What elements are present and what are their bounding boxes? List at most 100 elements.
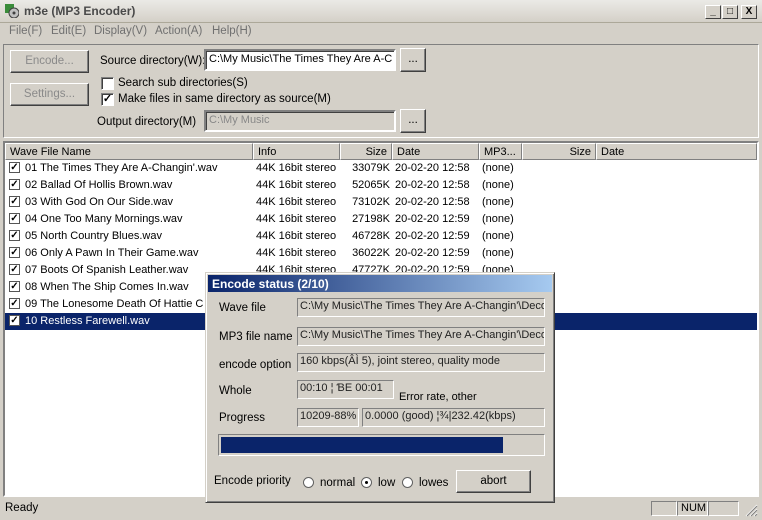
- source-directory-label: Source directory(W):: [100, 55, 206, 67]
- table-row[interactable]: ✓ 06 Only A Pawn In Their Game.wav 44K 1…: [5, 245, 757, 262]
- row-checkbox[interactable]: ✓: [9, 179, 20, 190]
- menu-bar: File(F) Edit(E) Display(V) Action(A) Hel…: [0, 22, 762, 42]
- column-header-mp3[interactable]: MP3...: [479, 143, 522, 160]
- maximize-button[interactable]: □: [722, 5, 738, 19]
- cell-name: 02 Ballad Of Hollis Brown.wav: [25, 179, 173, 191]
- table-row[interactable]: ✓ 03 With God On Our Side.wav 44K 16bit …: [5, 194, 757, 211]
- row-checkbox[interactable]: ✓: [9, 213, 20, 224]
- settings-button[interactable]: Settings...: [10, 83, 89, 106]
- cell-date: 20-02-20 12:59: [395, 230, 470, 242]
- row-checkbox[interactable]: ✓: [9, 315, 20, 326]
- encode-button[interactable]: Encode...: [10, 50, 89, 73]
- row-checkbox[interactable]: ✓: [9, 264, 20, 275]
- cell-info: 44K 16bit stereo: [256, 213, 337, 225]
- cell-size: 36022K: [352, 247, 390, 259]
- table-row[interactable]: ✓ 05 North Country Blues.wav 44K 16bit s…: [5, 228, 757, 245]
- title-bar[interactable]: m3e (MP3 Encoder) _ □ X: [0, 0, 762, 23]
- cell-date: 20-02-20 12:59: [395, 213, 470, 225]
- cell-mp3: (none): [482, 230, 514, 242]
- row-checkbox[interactable]: ✓: [9, 281, 20, 292]
- cell-name: 01 The Times They Are A-Changin'.wav: [25, 162, 218, 174]
- cell-name: 04 One Too Many Mornings.wav: [25, 213, 183, 225]
- cell-mp3: (none): [482, 179, 514, 191]
- encode-status-dialog: Encode status (2/10) Wave file C:\My Mus…: [205, 272, 555, 503]
- cell-name: 06 Only A Pawn In Their Game.wav: [25, 247, 199, 259]
- cell-mp3: (none): [482, 247, 514, 259]
- priority-normal-radio[interactable]: [303, 477, 314, 488]
- encode-option-label: encode option: [219, 359, 292, 371]
- source-directory-input[interactable]: C:\My Music\The Times They Are A-C: [204, 49, 396, 71]
- priority-lowest-label: lowes: [419, 477, 449, 489]
- priority-low-label: low: [378, 477, 396, 489]
- abort-button[interactable]: abort: [456, 470, 531, 493]
- status-pane-scroll: [708, 501, 739, 516]
- cell-date: 20-02-20 12:58: [395, 196, 470, 208]
- wave-file-value: C:\My Music\The Times They Are A-Changin…: [297, 298, 545, 317]
- dialog-title-bar[interactable]: Encode status (2/10): [208, 275, 552, 292]
- progress-label: Progress: [219, 412, 266, 424]
- encode-option-value: 160 kbps(ÂÌ 5), joint stereo, quality mo…: [297, 353, 545, 372]
- source-browse-button[interactable]: ...: [400, 48, 426, 72]
- status-pane-num: NUM: [677, 501, 708, 516]
- table-row[interactable]: ✓ 01 The Times They Are A-Changin'.wav 4…: [5, 160, 757, 177]
- row-checkbox[interactable]: ✓: [9, 230, 20, 241]
- sub-directories-label: Search sub directories(S): [118, 77, 248, 89]
- cell-date: 20-02-20 12:58: [395, 179, 470, 191]
- column-header-mp3-size[interactable]: Size: [522, 143, 596, 160]
- column-header-size[interactable]: Size: [340, 143, 392, 160]
- progress-bar: [218, 434, 545, 456]
- cell-name: 03 With God On Our Side.wav: [25, 196, 173, 208]
- row-checkbox[interactable]: ✓: [9, 247, 20, 258]
- column-header-date[interactable]: Date: [392, 143, 479, 160]
- menu-edit[interactable]: Edit(E): [51, 25, 86, 37]
- cell-date: 20-02-20 12:58: [395, 162, 470, 174]
- minimize-button[interactable]: _: [705, 5, 721, 19]
- priority-lowest-radio[interactable]: [402, 477, 413, 488]
- same-directory-checkbox[interactable]: ✓: [101, 93, 114, 106]
- cell-size: 27198K: [352, 213, 390, 225]
- cell-info: 44K 16bit stereo: [256, 162, 337, 174]
- column-header-wave-file-name[interactable]: Wave File Name: [5, 143, 253, 160]
- priority-normal-label: normal: [320, 477, 356, 489]
- whole-label: Whole: [219, 385, 252, 397]
- row-checkbox[interactable]: ✓: [9, 196, 20, 207]
- whole-time-value: 00:10 ¦ ƁE 00:01: [297, 380, 394, 399]
- table-row[interactable]: ✓ 02 Ballad Of Hollis Brown.wav 44K 16bi…: [5, 177, 757, 194]
- table-row[interactable]: ✓ 04 One Too Many Mornings.wav 44K 16bit…: [5, 211, 757, 228]
- output-directory-label: Output directory(M): [97, 116, 197, 128]
- cell-mp3: (none): [482, 213, 514, 225]
- app-icon: [5, 4, 20, 19]
- row-checkbox[interactable]: ✓: [9, 162, 20, 173]
- row-checkbox[interactable]: ✓: [9, 298, 20, 309]
- cell-info: 44K 16bit stereo: [256, 230, 337, 242]
- sub-directories-checkbox[interactable]: [101, 77, 114, 90]
- status-text: Ready: [5, 502, 39, 514]
- cell-size: 73102K: [352, 196, 390, 208]
- priority-low-radio[interactable]: [361, 477, 372, 488]
- progress-value: 10209-88%: [297, 408, 359, 427]
- menu-action[interactable]: Action(A): [155, 25, 202, 37]
- menu-file[interactable]: File(F): [9, 25, 42, 37]
- encode-priority-label: Encode priority: [214, 475, 291, 487]
- output-directory-input[interactable]: C:\My Music: [204, 110, 396, 132]
- window-title: m3e (MP3 Encoder): [24, 4, 136, 18]
- mp3-file-label: MP3 file name: [219, 331, 293, 343]
- output-browse-button[interactable]: ...: [400, 109, 426, 133]
- cell-mp3: (none): [482, 196, 514, 208]
- resize-grip-icon[interactable]: [744, 503, 758, 517]
- menu-help[interactable]: Help(H): [212, 25, 252, 37]
- cell-name: 09 The Lonesome Death Of Hattie Ca: [25, 298, 203, 310]
- cell-info: 44K 16bit stereo: [256, 196, 337, 208]
- wave-file-label: Wave file: [219, 302, 266, 314]
- cell-size: 46728K: [352, 230, 390, 242]
- column-header-info[interactable]: Info: [253, 143, 340, 160]
- same-directory-label: Make files in same directory as source(M…: [118, 93, 331, 105]
- cell-info: 44K 16bit stereo: [256, 179, 337, 191]
- cell-name: 05 North Country Blues.wav: [25, 230, 162, 242]
- close-button[interactable]: X: [741, 5, 757, 19]
- menu-display[interactable]: Display(V): [94, 25, 147, 37]
- error-rate-label: Error rate, other: [399, 391, 477, 403]
- cell-mp3: (none): [482, 162, 514, 174]
- cell-date: 20-02-20 12:59: [395, 247, 470, 259]
- column-header-mp3-date[interactable]: Date: [596, 143, 757, 160]
